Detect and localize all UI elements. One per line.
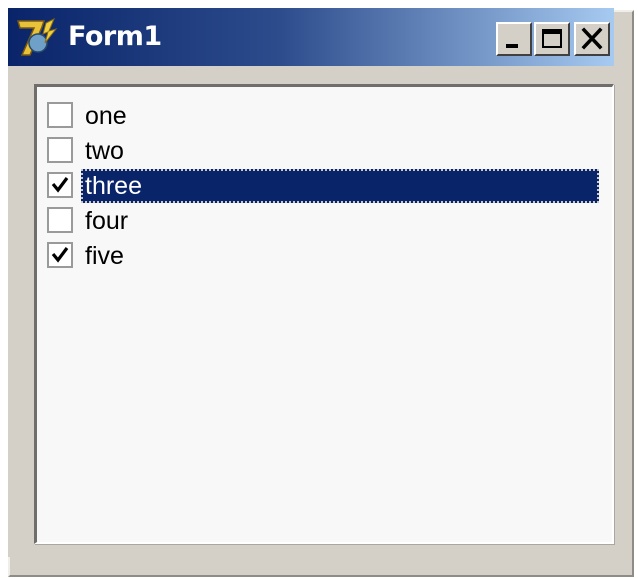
title-bar[interactable]: Form1: [8, 8, 614, 66]
checkmark-icon: [51, 247, 69, 263]
delphi-app-icon[interactable]: [16, 17, 58, 59]
checkbox-three[interactable]: [47, 172, 73, 198]
check-list-box[interactable]: one two three four five: [34, 84, 614, 544]
window-title: Form1: [68, 21, 162, 52]
list-item-label-selected: three: [81, 169, 599, 203]
maximize-button[interactable]: [534, 22, 570, 56]
checkbox-two[interactable]: [47, 137, 73, 163]
checkbox-five[interactable]: [47, 242, 73, 268]
close-button[interactable]: [574, 22, 610, 56]
close-icon: [581, 27, 603, 50]
list-item-four[interactable]: four: [43, 204, 603, 238]
list-item-three[interactable]: three: [43, 169, 603, 203]
checkbox-four[interactable]: [47, 207, 73, 233]
list-item-label: two: [85, 137, 124, 165]
checkbox-one[interactable]: [47, 102, 73, 128]
list-item-two[interactable]: two: [43, 134, 603, 168]
list-item-label: four: [85, 207, 129, 235]
maximize-icon: [542, 29, 562, 48]
list-item-one[interactable]: one: [43, 99, 603, 133]
list-item-label: five: [85, 242, 124, 270]
list-item-five[interactable]: five: [43, 239, 603, 273]
minimize-button[interactable]: [496, 22, 532, 56]
checkmark-icon: [51, 177, 69, 193]
minimize-icon: [506, 44, 518, 48]
list-item-label: one: [85, 102, 127, 130]
